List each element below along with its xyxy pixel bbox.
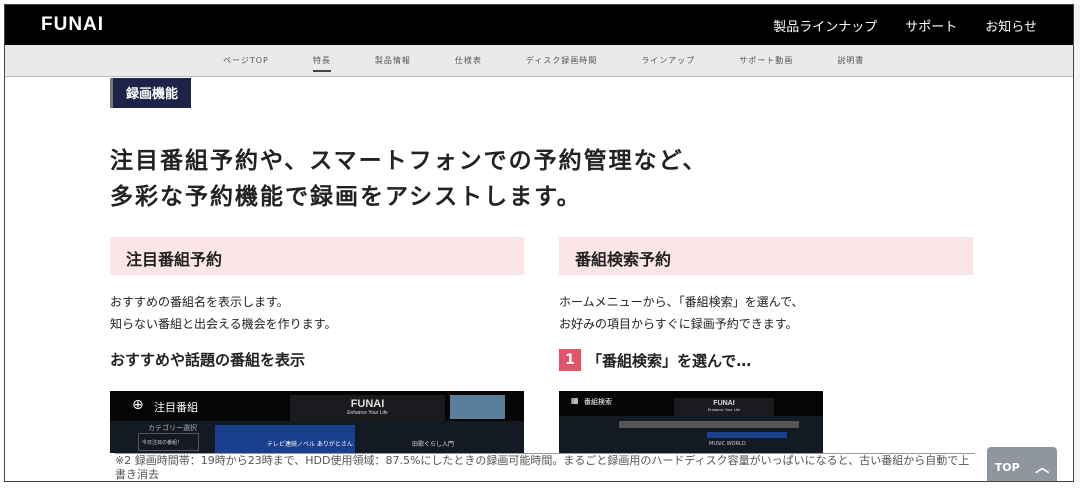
feature-highlight: 注目番組予約 おすすめの番組名を表示します。 知らない番組と出会える機会を作りま… xyxy=(110,237,524,370)
screen-brand: FUNAI xyxy=(713,400,735,407)
screen-category: カテゴリー選択 xyxy=(148,424,197,432)
feature-subtitle: おすすめや話題の番組を表示 xyxy=(110,351,306,369)
subnav-recording-time[interactable]: ディスク録画時間 xyxy=(526,55,597,66)
subnav-product-info[interactable]: 製品情報 xyxy=(375,55,411,66)
subnav-page-top[interactable]: ページTOP xyxy=(223,55,269,66)
tv-screenshot-search: ▦ 番組検索 FUNAI Enhance Your Life MUSIC WORL… xyxy=(559,391,823,453)
program-card: 旧歌ぐらし入門 xyxy=(412,441,455,448)
sub-nav: ページTOP 特長 製品情報 仕様表 ディスク録画時間 ラインアップ サポート動… xyxy=(5,45,1073,77)
browser-viewport: FUNAI 製品ラインナップ サポート お知らせ ページTOP 特長 製品情報 … xyxy=(4,4,1074,482)
subnav-features[interactable]: 特長 xyxy=(312,55,331,72)
top-label: TOP xyxy=(994,460,1020,474)
tv-thumbnail xyxy=(450,395,505,419)
nav-support[interactable]: サポート xyxy=(905,16,957,35)
screen-title: 番組検索 xyxy=(584,398,612,406)
grid-icon: ▦ xyxy=(571,396,579,405)
feature-desc: ホームメニューから、「番組検索」を選んで、 お好みの項目からすぐに録画予約できま… xyxy=(559,291,973,335)
feature-title: 注目番組予約 xyxy=(110,237,524,275)
subnav-manual[interactable]: 説明書 xyxy=(837,55,864,66)
desc-line: 知らない番組と出会える機会を作ります。 xyxy=(110,317,337,331)
feature-desc: おすすめの番組名を表示します。 知らない番組と出会える機会を作ります。 xyxy=(110,291,524,335)
screen-title: 注目番組 xyxy=(154,401,198,414)
program-card-selected: テレビ連続ノベル ありがとさん xyxy=(215,425,355,453)
feature-title: 番組検索予約 xyxy=(559,237,973,275)
page-headline: 注目番組予約や、スマートフォンでの予約管理など、 多彩な予約機能で録画をアシスト… xyxy=(110,143,707,215)
step-heading: 1 「番組検索」を選んで… xyxy=(559,349,973,371)
screen-tagline: Enhance Your Life xyxy=(347,410,388,416)
subnav-specs[interactable]: 仕様表 xyxy=(455,55,482,66)
step-number: 1 xyxy=(559,349,581,371)
screen-list-item: MUSIC WORLD xyxy=(709,441,746,447)
headline-line: 多彩な予約機能で録画をアシストします。 xyxy=(110,184,582,210)
screen-today: 今日注目の番組！ xyxy=(138,433,199,451)
search-plus-icon: ⊕ xyxy=(132,397,144,413)
scrollbar[interactable] xyxy=(1074,4,1080,482)
site-header: FUNAI 製品ラインナップ サポート お知らせ xyxy=(5,5,1073,45)
chevron-up-icon: ︿ xyxy=(1035,460,1050,476)
subnav-lineup[interactable]: ラインアップ xyxy=(641,55,695,66)
tv-screenshot-highlight: ⊕ 注目番組 FUNAI Enhance Your Life カテゴリー選択 今日… xyxy=(110,391,524,453)
subnav-support-video[interactable]: サポート動画 xyxy=(739,55,793,66)
funai-logo[interactable]: FUNAI xyxy=(41,14,104,36)
headline-line: 注目番組予約や、スマートフォンでの予約管理など、 xyxy=(110,148,708,174)
desc-line: お好みの項目からすぐに録画予約できます。 xyxy=(559,317,798,331)
main-nav: 製品ラインナップ サポート お知らせ xyxy=(773,16,1037,35)
step-text: 「番組検索」を選んで… xyxy=(587,351,752,370)
nav-products[interactable]: 製品ラインナップ xyxy=(773,16,877,35)
back-to-top-button[interactable]: TOP ︿ xyxy=(987,447,1057,481)
section-tag: 録画機能 xyxy=(110,78,192,108)
footnote: ※2 録画時間帯：19時から23時まで、HDD使用領域：87.5%にしたときの録… xyxy=(115,453,975,481)
screen-tagline: Enhance Your Life xyxy=(707,407,741,412)
desc-line: ホームメニューから、「番組検索」を選んで、 xyxy=(559,295,804,309)
screen-brand: FUNAI xyxy=(350,398,385,410)
desc-line: おすすめの番組名を表示します。 xyxy=(110,295,289,309)
feature-search: 番組検索予約 ホームメニューから、「番組検索」を選んで、 お好みの項目からすぐに… xyxy=(559,237,973,371)
nav-news[interactable]: お知らせ xyxy=(985,16,1037,35)
